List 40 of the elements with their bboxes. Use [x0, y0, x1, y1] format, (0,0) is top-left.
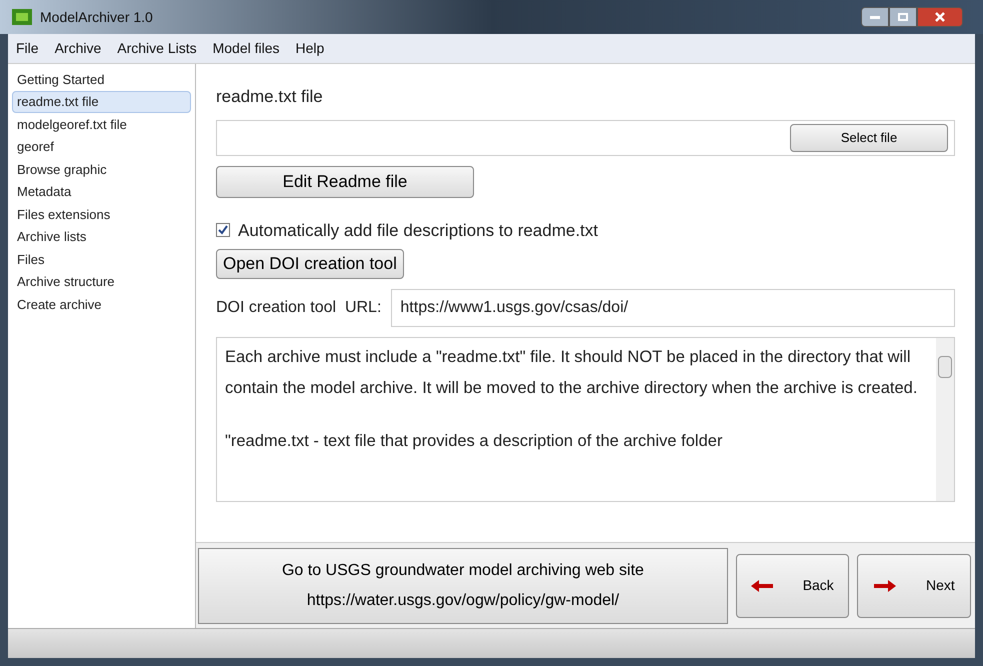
- sidebar-item[interactable]: Files extensions: [12, 203, 191, 226]
- window-title: ModelArchiver 1.0: [40, 8, 154, 26]
- doi-url-label: DOI creation tool URL:: [216, 298, 382, 318]
- close-icon: [935, 12, 945, 22]
- back-button[interactable]: Back: [736, 554, 850, 618]
- maximize-button[interactable]: [889, 7, 917, 27]
- checkbox-label: Automatically add file descriptions to readme.txt: [238, 220, 598, 242]
- menu-item[interactable]: Model files: [212, 38, 280, 59]
- edit-readme-button[interactable]: Edit Readme file: [216, 166, 474, 198]
- checkbox[interactable]: [216, 223, 230, 238]
- menu-item[interactable]: Archive Lists: [117, 38, 197, 59]
- menu-item[interactable]: Archive: [54, 38, 102, 59]
- menu-item[interactable]: File: [16, 38, 39, 59]
- sidebar-item[interactable]: readme.txt file: [12, 90, 191, 113]
- sidebar-item[interactable]: Metadata: [12, 180, 191, 203]
- sidebar-item[interactable]: Archive structure: [12, 270, 191, 293]
- check-icon: [218, 225, 228, 236]
- sidebar-item[interactable]: Getting Started: [12, 68, 191, 90]
- description-text: "readme.txt - text file that provides a description of the archive folder: [225, 431, 724, 452]
- select-file-button[interactable]: Select file: [790, 124, 948, 152]
- sidebar-item[interactable]: Files: [12, 248, 191, 270]
- description-text: Each archive must include a "readme.txt" file. It should NOT be placed in the directory that will contain the model archive. It will be moved to the archive directory when the archive is created.: [225, 347, 918, 399]
- sidebar-item[interactable]: georef: [12, 136, 191, 158]
- file-path-field[interactable]: Select file: [216, 120, 955, 156]
- app-icon: [12, 9, 32, 25]
- menu-item[interactable]: Help: [296, 38, 324, 59]
- open-doi-button[interactable]: Open DOI creation tool: [216, 249, 404, 279]
- sidebar-item[interactable]: Browse graphic: [12, 158, 191, 180]
- section-heading: readme.txt file: [216, 86, 324, 108]
- sidebar-item[interactable]: Create archive: [12, 293, 191, 316]
- close-button[interactable]: [917, 7, 963, 27]
- next-button[interactable]: Next: [857, 554, 971, 618]
- sidebar-item[interactable]: modelgeoref.txt file: [12, 113, 191, 136]
- usgs-website-button[interactable]: Go to USGS groundwater model archiving web site https://water.usgs.gov/ogw/policy/gw-model/: [198, 548, 728, 624]
- right-arrow-icon: [874, 580, 896, 592]
- minimize-button[interactable]: [861, 7, 889, 27]
- sidebar-item[interactable]: Archive lists: [12, 226, 191, 248]
- doi-url-field[interactable]: https://www1.usgs.gov/csas/doi/: [391, 289, 955, 327]
- left-arrow-icon: [751, 580, 774, 592]
- scrollbar[interactable]: [936, 338, 954, 501]
